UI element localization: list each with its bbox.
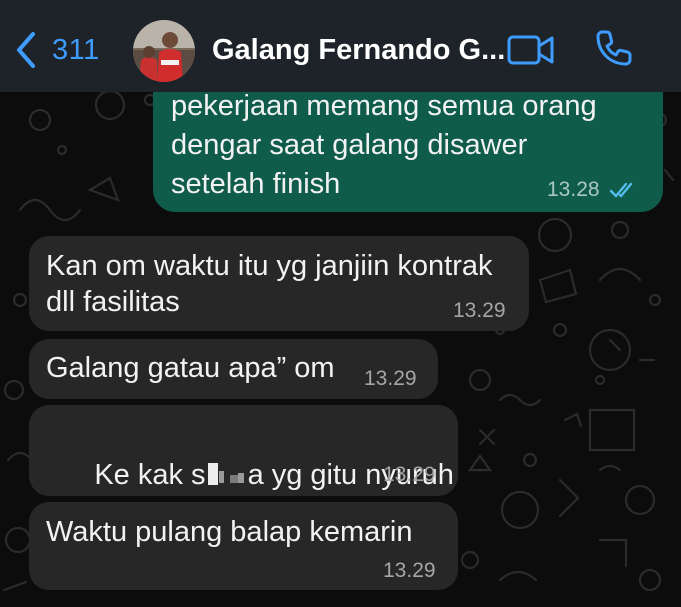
avatar[interactable]: [133, 20, 195, 82]
message-incoming[interactable]: Galang gatau apa” om 13.29: [29, 339, 438, 399]
chat-header: 311 Galang Fernando G...: [0, 0, 681, 92]
message-text-segment: Ke kak s: [94, 459, 206, 491]
unread-count: 311: [52, 33, 100, 66]
video-camera-icon[interactable]: [506, 33, 556, 67]
message-text-line: Waktu pulang balap kemarin: [46, 516, 413, 548]
message-outgoing[interactable]: pekerjaan memang semua orang dengar saat…: [153, 86, 663, 212]
message-incoming[interactable]: Ke kak s a yg gitu nyuruh 13.29: [29, 405, 458, 496]
message-text-line: pekerjaan memang semua orang: [171, 90, 597, 122]
message-time: 13.29: [383, 559, 436, 582]
message-time: 13.28: [547, 178, 600, 201]
message-time: 13.29: [453, 299, 506, 322]
phone-icon[interactable]: [594, 28, 634, 68]
chevron-left-icon: [17, 32, 35, 68]
message-text-line: dengar saat galang disawer: [171, 129, 528, 161]
read-receipt-icon: [609, 182, 633, 198]
back-button[interactable]: 311: [14, 30, 100, 70]
chat-screen: 311 Galang Fernando G... pekerjaan meman…: [0, 0, 681, 607]
message-text-line: setelah finish: [171, 168, 341, 200]
contact-name[interactable]: Galang Fernando G...: [212, 34, 505, 67]
message-incoming[interactable]: Waktu pulang balap kemarin 13.29: [29, 502, 458, 590]
message-time: 13.29: [383, 463, 436, 486]
message-incoming[interactable]: Kan om waktu itu yg janjiin kontrak dll …: [29, 236, 529, 331]
message-time: 13.29: [364, 367, 417, 390]
message-text-line: Galang gatau apa” om: [46, 352, 335, 384]
message-text-line: Kan om waktu itu yg janjiin kontrak: [46, 250, 493, 282]
message-text-line: dll fasilitas: [46, 286, 180, 318]
redaction-blur: [206, 456, 248, 496]
